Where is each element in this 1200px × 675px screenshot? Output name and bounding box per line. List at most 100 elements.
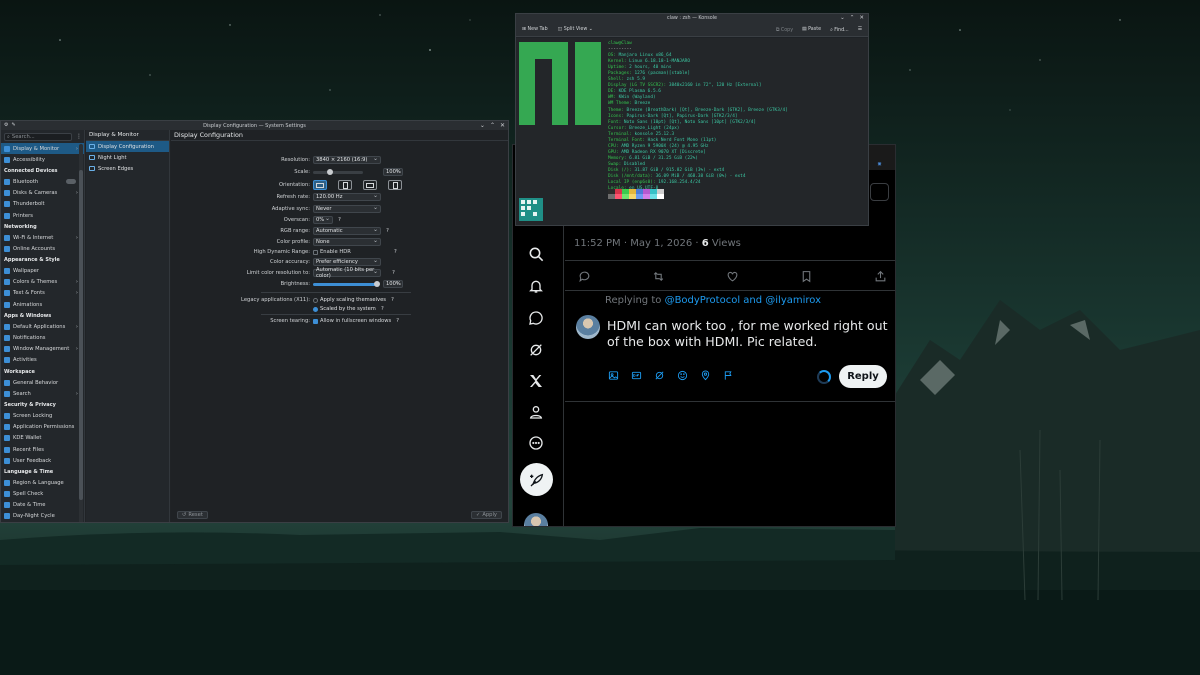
overscan-spinbox[interactable]: 0% [313,215,333,224]
help-icon[interactable]: ? [392,270,395,276]
orientation-portrait-button[interactable] [338,180,352,190]
resolution-select[interactable]: 3840 × 2160 (16:9) [313,155,381,164]
tearing-checkbox[interactable]: Allow in fullscreen windows [313,318,391,324]
reply-button[interactable]: Reply [839,365,887,388]
hdr-checkbox[interactable]: Enable HDR [313,249,351,255]
search-input[interactable]: ⌕ Search... [4,133,72,141]
sidebar-item[interactable]: Wallpaper [1,266,84,277]
apply-button[interactable]: ✓ Apply [470,511,502,519]
minimize-icon[interactable]: ⌄ [840,15,845,21]
paste-button[interactable]: ▤ Paste [802,27,821,33]
repost-icon[interactable] [651,269,665,283]
orientation-portrait-flipped-button[interactable] [388,180,402,190]
refresh-select[interactable]: 120.00 Hz [313,192,381,201]
reply-icon[interactable] [577,269,591,283]
orientation-landscape-flipped-button[interactable] [363,180,377,190]
maximize-icon[interactable]: ⌃ [490,122,495,129]
sidebar-item[interactable]: Default Applications › [1,321,84,332]
close-icon[interactable]: ✕ [500,122,505,129]
subcategory-item[interactable]: Night Light [86,152,169,163]
sidebar-item[interactable]: Bluetooth [1,176,84,187]
sidebar-item[interactable]: Region & Language [1,477,84,488]
notifications-icon[interactable] [527,277,545,295]
sidebar-item[interactable]: Window Management › [1,344,84,355]
close-icon[interactable]: ✕ [859,15,864,21]
help-icon[interactable]: ? [394,249,397,255]
sidebar-item[interactable]: Disks & Cameras › [1,188,84,199]
brightness-spinbox[interactable]: 100% [383,279,403,288]
replying-handles[interactable]: @BodyProtocol and @ilyamirox [665,295,821,306]
copy-button[interactable]: ⧉ Copy [776,27,793,33]
sidebar-item[interactable]: Screen Locking [1,410,84,421]
legacy-option-system-radio[interactable] [313,306,318,312]
terminal-area[interactable]: claw@Claw --------- OS: Manjaro Linux x86_… [516,38,868,225]
reset-button[interactable]: ↺ Reset [177,511,208,519]
sidebar-scrollbar-thumb[interactable] [79,170,83,500]
reply-textbox[interactable]: HDMI can work too , for me worked right … [607,318,895,350]
sidebar-item[interactable]: Colors & Themes › [1,277,84,288]
sidebar-menu-icon[interactable]: ⋮ [76,133,82,140]
sidebar-item[interactable]: Application Permissions [1,422,84,433]
compose-post-button[interactable] [520,463,553,496]
sidebar-item[interactable]: General Behavior [1,377,84,388]
post-timestamp[interactable]: 11:52 PM · May 1, 2026 · [574,238,702,249]
settings-titlebar[interactable]: ⚙ ✎ Display Configuration — System Setti… [1,121,508,130]
help-icon[interactable]: ? [338,217,341,223]
pin-icon[interactable]: ✎ [11,122,15,128]
konsole-titlebar[interactable]: claw : zsh — Konsole ⌄ ⌃ ✕ [516,14,868,23]
sidebar-item[interactable]: Wi-Fi & Internet › [1,232,84,243]
sidebar-item[interactable]: Display & Monitor › [1,143,84,155]
flag-icon[interactable] [722,369,734,381]
sidebar-item[interactable]: Text & Fonts › [1,288,84,299]
sidebar-item[interactable]: Animations [1,299,84,310]
gif-icon[interactable] [630,369,642,381]
checkbox-checked-icon[interactable] [313,318,318,324]
new-tab-button[interactable]: ⊞ New Tab [522,27,548,32]
maximize-icon[interactable]: ⌃ [850,15,855,21]
sidebar-item[interactable]: Thunderbolt [1,199,84,210]
sidebar-item[interactable]: Date & Time [1,500,84,511]
scale-slider[interactable] [313,168,363,175]
accuracy-select[interactable]: Prefer efficiency [313,257,381,266]
profile-select[interactable]: None [313,237,381,246]
sidebar-item[interactable]: KDE Wallet [1,433,84,444]
x-premium-icon[interactable] [527,372,545,390]
sidebar-item[interactable]: Online Accounts [1,243,84,254]
sidebar-item[interactable]: Accessibility [1,154,84,165]
like-icon[interactable] [725,269,739,283]
rgb-select[interactable]: Automatic [313,226,381,235]
bluetooth-toggle[interactable] [66,179,76,185]
profile-icon[interactable] [527,403,545,421]
bookmark-icon[interactable] [799,269,813,283]
sidebar-item[interactable]: Search › [1,388,84,399]
minimize-icon[interactable]: ⌄ [480,122,485,129]
legacy-option-self-radio[interactable] [313,297,318,303]
share-icon[interactable] [873,269,887,283]
sidebar-item[interactable]: Day-Night Cycle [1,511,84,522]
subcategory-item[interactable]: Screen Edges [86,163,169,174]
checkbox-box[interactable] [313,249,318,255]
adaptive-select[interactable]: Never [313,204,381,213]
subcategory-item[interactable]: Display Configuration [86,141,169,153]
grok-compose-icon[interactable] [653,369,665,381]
hamburger-menu-icon[interactable]: ☰ [858,27,862,33]
color-resolution-select[interactable]: Automatic (10 bits per color) [313,267,381,279]
brightness-slider[interactable] [313,280,380,287]
messages-icon[interactable] [527,309,545,327]
more-icon[interactable] [527,434,545,452]
sidebar-item[interactable]: User Feedback [1,455,84,466]
help-icon[interactable]: ? [396,318,399,324]
sidebar-item[interactable]: Printers [1,210,84,221]
help-icon[interactable]: ? [391,297,394,303]
help-icon[interactable]: ? [381,306,384,312]
sidebar-item[interactable]: Spell Check [1,489,84,500]
account-avatar[interactable] [524,513,548,526]
help-icon[interactable]: ? [386,228,389,234]
orientation-landscape-button[interactable] [313,180,327,190]
location-icon[interactable] [699,369,711,381]
media-icon[interactable] [607,369,619,381]
scale-spinbox[interactable]: 100% [383,167,403,176]
grok-icon[interactable] [527,341,545,359]
emoji-icon[interactable] [676,369,688,381]
find-button[interactable]: ⌕ Find... [830,27,849,33]
